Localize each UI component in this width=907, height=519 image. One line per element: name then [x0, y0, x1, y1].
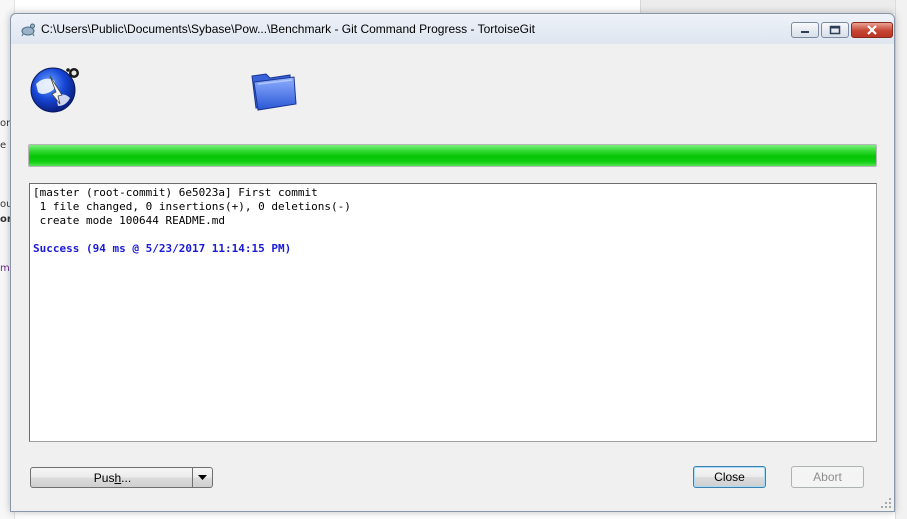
- abort-button[interactable]: Abort: [791, 466, 864, 488]
- log-line: [master (root-commit) 6e5023a] First com…: [33, 186, 318, 199]
- progress-fill: [29, 145, 876, 166]
- push-button[interactable]: Pus h...: [30, 467, 195, 488]
- globe-arrow-icon: [30, 67, 79, 113]
- minimize-icon: [801, 31, 809, 33]
- close-button[interactable]: Close: [693, 466, 766, 488]
- minimize-button[interactable]: [791, 22, 819, 38]
- log-line: 1 file changed, 0 insertions(+), 0 delet…: [33, 200, 351, 213]
- background-window-right: [895, 0, 907, 519]
- progress-bar: [28, 144, 877, 167]
- success-message: Success (94 ms @ 5/23/2017 11:14:15 PM): [33, 242, 292, 255]
- resize-grip-icon[interactable]: [880, 497, 892, 509]
- output-log[interactable]: [master (root-commit) 6e5023a] First com…: [29, 183, 877, 442]
- push-label-end: ...: [121, 470, 132, 485]
- maximize-button[interactable]: [821, 22, 849, 38]
- push-dropdown-button[interactable]: [192, 467, 213, 488]
- title-bar[interactable]: C:\Users\Public\Documents\Sybase\Pow...\…: [11, 14, 894, 44]
- log-line: create mode 100644 README.md: [33, 214, 226, 227]
- window-close-button[interactable]: [851, 22, 893, 38]
- background-text: e: [0, 140, 7, 151]
- tortoisegit-icon: [21, 23, 35, 37]
- push-label-mnemonic: h: [114, 470, 122, 485]
- folder-icon: [251, 73, 297, 111]
- progress-dialog: C:\Users\Public\Documents\Sybase\Pow...\…: [10, 13, 895, 512]
- close-icon: [867, 25, 877, 35]
- push-label-start: Pus: [93, 470, 115, 485]
- background-window-top: [640, 0, 896, 14]
- chevron-down-icon: [198, 474, 207, 480]
- maximize-icon: [829, 25, 841, 35]
- window-title: C:\Users\Public\Documents\Sybase\Pow...\…: [41, 22, 535, 36]
